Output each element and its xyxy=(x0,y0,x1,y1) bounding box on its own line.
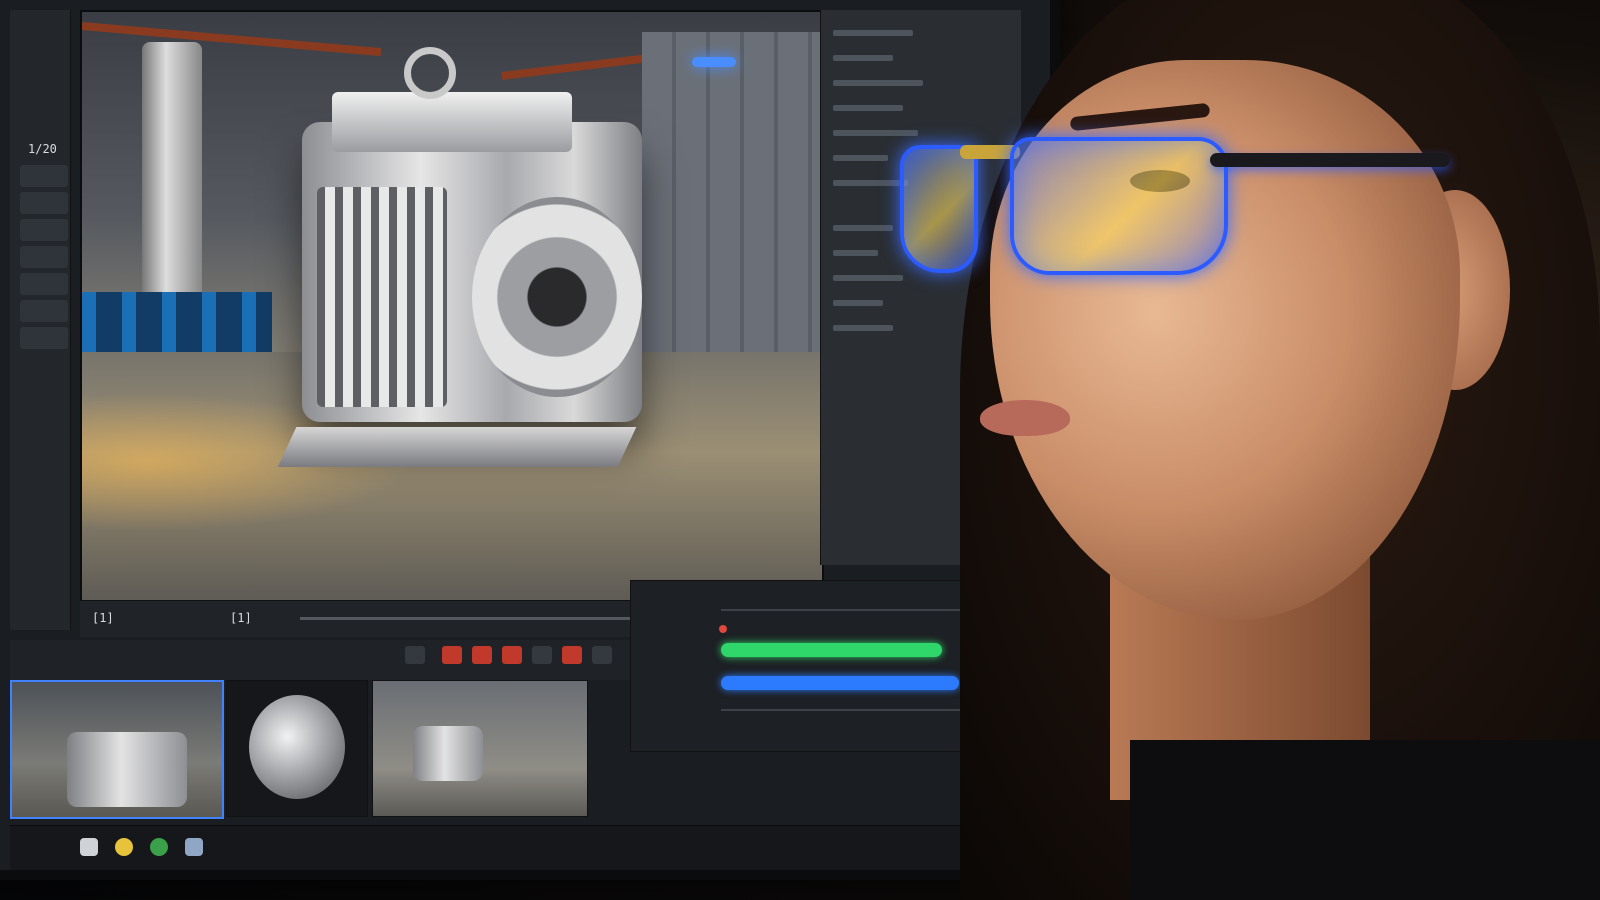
stop-button[interactable] xyxy=(405,646,425,664)
property-row[interactable] xyxy=(833,250,878,256)
thumbnail-machine-object xyxy=(67,732,187,807)
person xyxy=(900,0,1600,900)
settings-button[interactable] xyxy=(592,646,612,664)
media-strip-header xyxy=(10,640,630,680)
record-button-2[interactable] xyxy=(472,646,492,664)
chrome-icon[interactable] xyxy=(150,838,168,856)
glasses-arm xyxy=(1210,153,1450,167)
property-row[interactable] xyxy=(833,325,893,331)
taskbar xyxy=(10,825,1040,870)
viewport-lifting-eye xyxy=(404,47,456,99)
thumbnail-machine-closeup[interactable] xyxy=(226,680,368,817)
tool-button-3[interactable] xyxy=(20,219,68,241)
thumbnail-sphere-object xyxy=(249,695,345,799)
property-row[interactable] xyxy=(833,55,893,61)
property-row[interactable] xyxy=(833,80,923,86)
browser-icon[interactable] xyxy=(115,838,133,856)
lips xyxy=(980,400,1070,436)
property-row[interactable] xyxy=(833,180,908,186)
viewport-tower-machine xyxy=(142,42,202,292)
tools-panel: 1/20 xyxy=(10,10,71,630)
thumbnail-machine-object xyxy=(413,726,483,781)
viewport-machine-flange xyxy=(472,197,642,397)
graph-bar-blue[interactable] xyxy=(721,676,959,690)
tool-button-5[interactable] xyxy=(20,273,68,295)
viewport-machine-cooling-fins xyxy=(317,187,447,407)
graph-bar-green[interactable] xyxy=(721,643,942,657)
app-icon[interactable] xyxy=(185,838,203,856)
viewport-ceiling-light xyxy=(692,57,736,67)
property-row[interactable] xyxy=(833,30,913,36)
viewport-rafter xyxy=(82,22,382,57)
viewport-machine-base xyxy=(277,427,637,467)
tool-button-1[interactable] xyxy=(20,165,68,187)
tool-button-2[interactable] xyxy=(20,192,68,214)
record-button-3[interactable] xyxy=(502,646,522,664)
safety-glasses xyxy=(900,125,1450,275)
shirt xyxy=(1130,740,1600,900)
render-viewport[interactable] xyxy=(80,10,824,604)
record-button-4[interactable] xyxy=(562,646,582,664)
tool-button-4[interactable] xyxy=(20,246,68,268)
record-button[interactable] xyxy=(442,646,462,664)
property-row[interactable] xyxy=(833,275,903,281)
viewport-machine-top xyxy=(332,92,572,152)
property-row[interactable] xyxy=(833,300,883,306)
loop-button[interactable] xyxy=(532,646,552,664)
frame-counter: [1] xyxy=(92,611,114,625)
tool-button-6[interactable] xyxy=(20,300,68,322)
scene: 1/20 [1] [1] xyxy=(0,0,1600,900)
tools-panel-label: 1/20 xyxy=(28,142,57,156)
glasses-lens-left xyxy=(900,145,978,273)
thumbnail-machine-wide[interactable] xyxy=(10,680,224,819)
property-row[interactable] xyxy=(833,155,888,161)
viewport-warehouse-wall xyxy=(642,32,822,352)
folder-icon[interactable] xyxy=(80,838,98,856)
glasses-lens-right xyxy=(1010,137,1228,275)
thumbnail-machine-floor[interactable] xyxy=(372,680,588,817)
property-row[interactable] xyxy=(833,225,893,231)
property-row[interactable] xyxy=(833,105,903,111)
tool-button-7[interactable] xyxy=(20,327,68,349)
keyframe-marker[interactable] xyxy=(719,625,727,633)
frame-indicator: [1] xyxy=(230,611,252,625)
